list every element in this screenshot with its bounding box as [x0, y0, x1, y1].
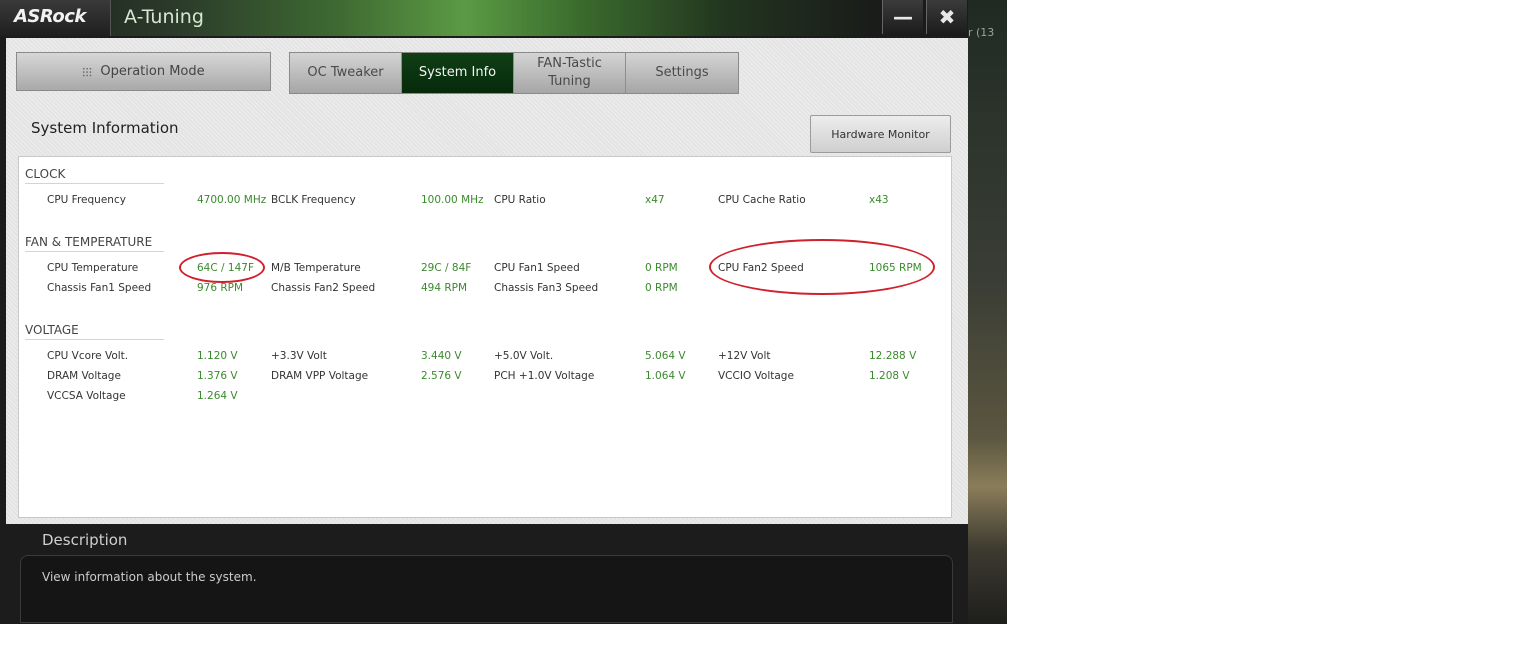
dram-voltage-value: 1.376 V [197, 370, 238, 382]
chassis-fan2-speed-label: Chassis Fan2 Speed [271, 282, 376, 294]
cpu-temperature-label: CPU Temperature [47, 262, 139, 274]
section-title-clock: CLOCK [25, 167, 164, 184]
minimize-icon: — [893, 5, 913, 29]
cpu-fan1-speed-label: CPU Fan1 Speed [494, 262, 580, 274]
bclk-frequency-value: 100.00 MHz [421, 194, 484, 206]
v12-value: 12.288 V [869, 350, 917, 362]
description-title: Description [42, 531, 128, 549]
cpu-frequency-value: 4700.00 MHz [197, 194, 267, 206]
a-tuning-window: ASRock A-Tuning — ✖ Operation Mode OC Tw… [0, 0, 968, 624]
title-bar[interactable]: ASRock A-Tuning — ✖ [0, 0, 968, 36]
cpu-frequency-label: CPU Frequency [47, 194, 126, 206]
cpu-cache-ratio-value: x43 [869, 194, 889, 206]
close-icon: ✖ [938, 5, 956, 29]
description-text: View information about the system. [42, 570, 257, 584]
brand-text: ASRock [14, 6, 86, 27]
v33-label: +3.3V Volt [271, 350, 327, 362]
v33-value: 3.440 V [421, 350, 462, 362]
annotation-circle-cpu-temperature [179, 252, 265, 283]
page-title: System Information [31, 119, 179, 137]
tab-label: OC Tweaker [307, 65, 384, 80]
vccsa-voltage-value: 1.264 V [197, 390, 238, 402]
minimize-button[interactable]: — [882, 0, 923, 34]
system-info-panel: CLOCK CPU Frequency 4700.00 MHz BCLK Fre… [18, 156, 952, 518]
description-box: View information about the system. [20, 555, 953, 623]
bclk-frequency-label: BCLK Frequency [271, 194, 356, 206]
v12-label: +12V Volt [718, 350, 771, 362]
chassis-fan1-speed-value: 976 RPM [197, 282, 244, 294]
desktop-background [968, 0, 1007, 624]
grid-icon [82, 66, 93, 77]
chassis-fan1-speed-label: Chassis Fan1 Speed [47, 282, 152, 294]
chassis-fan3-speed-label: Chassis Fan3 Speed [494, 282, 599, 294]
close-button[interactable]: ✖ [926, 0, 967, 34]
section-title-fan-temperature: FAN & TEMPERATURE [25, 235, 164, 252]
mb-temperature-label: M/B Temperature [271, 262, 361, 274]
dram-voltage-label: DRAM Voltage [47, 370, 121, 382]
vccsa-voltage-label: VCCSA Voltage [47, 390, 126, 402]
tab-settings[interactable]: Settings [626, 53, 738, 93]
cpu-vcore-value: 1.120 V [197, 350, 238, 362]
nav-tabs: OC Tweaker System Info FAN-Tastic Tuning… [289, 52, 739, 94]
section-title-voltage: VOLTAGE [25, 323, 164, 340]
vccio-voltage-value: 1.208 V [869, 370, 910, 382]
operation-mode-label: Operation Mode [100, 64, 205, 79]
cpu-ratio-value: x47 [645, 194, 665, 206]
cpu-fan1-speed-value: 0 RPM [645, 262, 678, 274]
pch-voltage-value: 1.064 V [645, 370, 686, 382]
operation-mode-button[interactable]: Operation Mode [16, 52, 271, 91]
tab-oc-tweaker[interactable]: OC Tweaker [290, 53, 402, 93]
dram-vpp-voltage-label: DRAM VPP Voltage [271, 370, 369, 382]
chassis-fan3-speed-value: 0 RPM [645, 282, 678, 294]
pch-voltage-label: PCH +1.0V Voltage [494, 370, 595, 382]
vccio-voltage-label: VCCIO Voltage [718, 370, 794, 382]
brand-logo: ASRock [0, 0, 111, 36]
cpu-cache-ratio-label: CPU Cache Ratio [718, 194, 806, 206]
annotation-circle-cpu-fan2 [709, 239, 935, 295]
chassis-fan2-speed-value: 494 RPM [421, 282, 468, 294]
tab-fan-tastic-tuning[interactable]: FAN-Tastic Tuning [514, 53, 626, 93]
v50-label: +5.0V Volt. [494, 350, 554, 362]
tab-label: FAN-Tastic Tuning [537, 56, 602, 89]
app-title: A-Tuning [124, 6, 204, 28]
tab-system-info[interactable]: System Info [402, 53, 514, 93]
cpu-vcore-label: CPU Vcore Volt. [47, 350, 129, 362]
cpu-ratio-label: CPU Ratio [494, 194, 546, 206]
hardware-monitor-button[interactable]: Hardware Monitor [810, 115, 951, 153]
mb-temperature-value: 29C / 84F [421, 262, 472, 274]
dram-vpp-voltage-value: 2.576 V [421, 370, 462, 382]
tab-label: Settings [655, 65, 709, 80]
main-content: Operation Mode OC Tweaker System Info FA… [6, 38, 968, 524]
background-text: r (13 [968, 26, 995, 39]
v50-value: 5.064 V [645, 350, 686, 362]
tab-label: System Info [418, 65, 497, 80]
